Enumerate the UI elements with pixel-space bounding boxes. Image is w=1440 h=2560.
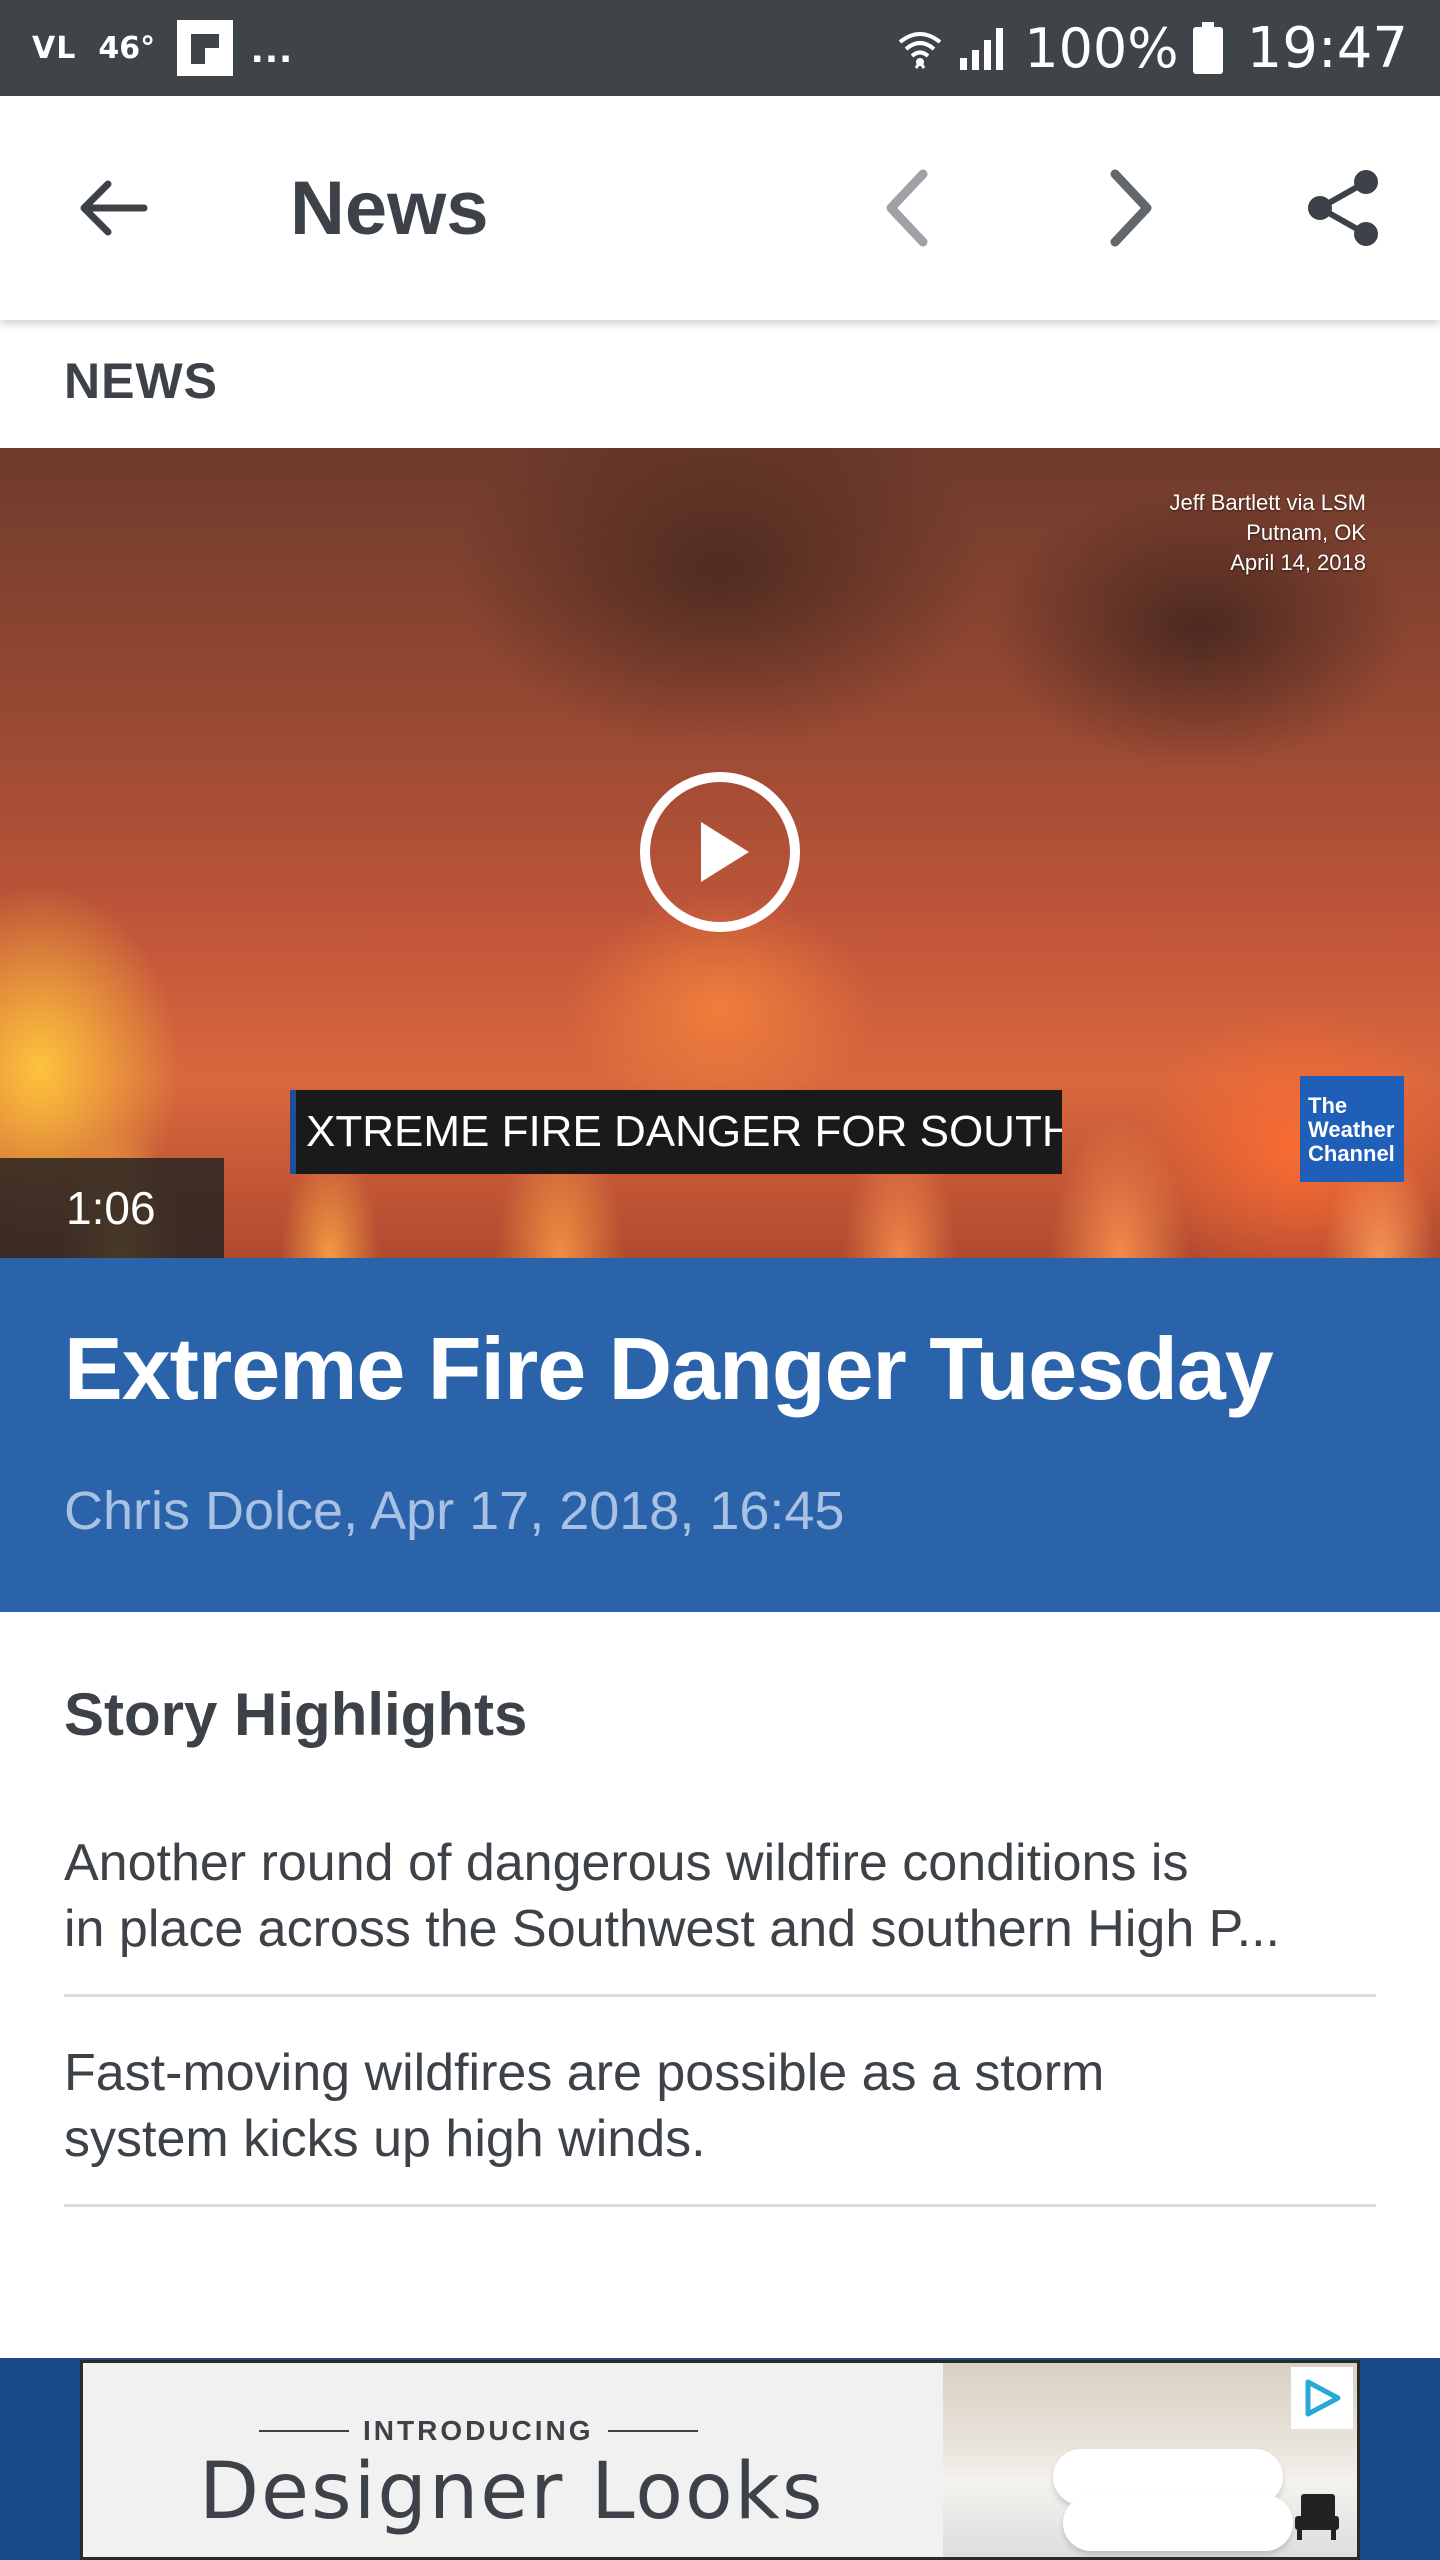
- ad-choices-icon[interactable]: [1291, 2367, 1353, 2429]
- highlight-item: Fast-moving wildfires are possible as a …: [64, 2040, 1376, 2172]
- back-button[interactable]: [68, 164, 156, 252]
- arrow-left-icon: [80, 180, 148, 236]
- article-headline: Extreme Fire Danger Tuesday: [64, 1319, 1274, 1418]
- weather-channel-logo: The Weather Channel: [1300, 1076, 1404, 1182]
- section-label: NEWS: [64, 353, 218, 409]
- app-bar: News: [0, 96, 1440, 320]
- ad-pillow: [1063, 2495, 1293, 2551]
- ad-intro-rule: [259, 2430, 349, 2432]
- highlight-line: in place across the Southwest and southe…: [64, 1900, 1281, 1958]
- battery-icon: [1192, 22, 1223, 74]
- ad-intro-rule: [607, 2430, 698, 2432]
- status-right: 100% 19:47: [896, 16, 1408, 81]
- more-notifications-label: ...: [251, 23, 294, 72]
- play-icon: [701, 822, 749, 882]
- divider: [64, 1994, 1376, 1997]
- logo-line: The: [1308, 1093, 1348, 1118]
- previous-article-button[interactable]: [858, 160, 954, 256]
- temperature-label: 46°: [98, 30, 156, 66]
- video-credit-line: Putnam, OK: [1246, 520, 1366, 545]
- logo-line: Channel: [1308, 1141, 1395, 1166]
- carrier-label: VL: [32, 30, 77, 66]
- video-credit-line: Jeff Bartlett via LSM: [1169, 490, 1366, 515]
- video-player[interactable]: Jeff Bartlett via LSM Putnam, OK April 1…: [0, 448, 1440, 1258]
- status-left: VL 46° ...: [32, 20, 294, 76]
- headline-card: Extreme Fire Danger Tuesday Chris Dolce,…: [0, 1258, 1440, 1612]
- ad-intro: INTRODUCING: [259, 2415, 698, 2447]
- logo-line: Weather: [1308, 1117, 1395, 1142]
- signal-icon: [958, 24, 1010, 72]
- highlight-line: Fast-moving wildfires are possible as a …: [64, 2044, 1105, 2102]
- ad-banner[interactable]: INTRODUCING Designer Looks: [80, 2360, 1360, 2560]
- story-highlights-title: Story Highlights: [64, 1681, 528, 1748]
- share-icon: [1308, 170, 1378, 246]
- highlight-item: Another round of dangerous wildfire cond…: [64, 1830, 1376, 1962]
- ad-title: Designer Looks: [199, 2447, 825, 2537]
- play-button[interactable]: [640, 772, 800, 932]
- video-ticker: XTREME FIRE DANGER FOR SOUTHW: [290, 1090, 1062, 1174]
- chevron-left-icon: [886, 169, 928, 247]
- flipboard-icon: [177, 20, 234, 76]
- highlight-line: system kicks up high winds.: [64, 2110, 706, 2168]
- chevron-right-icon: [1110, 169, 1152, 247]
- page-title: News: [290, 165, 489, 251]
- ad-intro-label: INTRODUCING: [363, 2415, 594, 2446]
- article-byline: Chris Dolce, Apr 17, 2018, 16:45: [64, 1481, 845, 1541]
- video-credit: Jeff Bartlett via LSM Putnam, OK April 1…: [1170, 488, 1366, 578]
- share-button[interactable]: [1296, 160, 1392, 256]
- wifi-icon: [896, 24, 944, 72]
- next-article-button[interactable]: [1084, 160, 1180, 256]
- chair-icon: [1287, 2490, 1343, 2547]
- status-bar: VL 46° ... 100% 19:47: [0, 0, 1440, 96]
- divider: [64, 2204, 1376, 2207]
- clock: 19:47: [1246, 15, 1408, 81]
- highlight-line: Another round of dangerous wildfire cond…: [64, 1834, 1189, 1892]
- video-duration: 1:06: [0, 1158, 224, 1258]
- battery-percentage: 100%: [1024, 16, 1179, 80]
- video-credit-line: April 14, 2018: [1230, 550, 1366, 575]
